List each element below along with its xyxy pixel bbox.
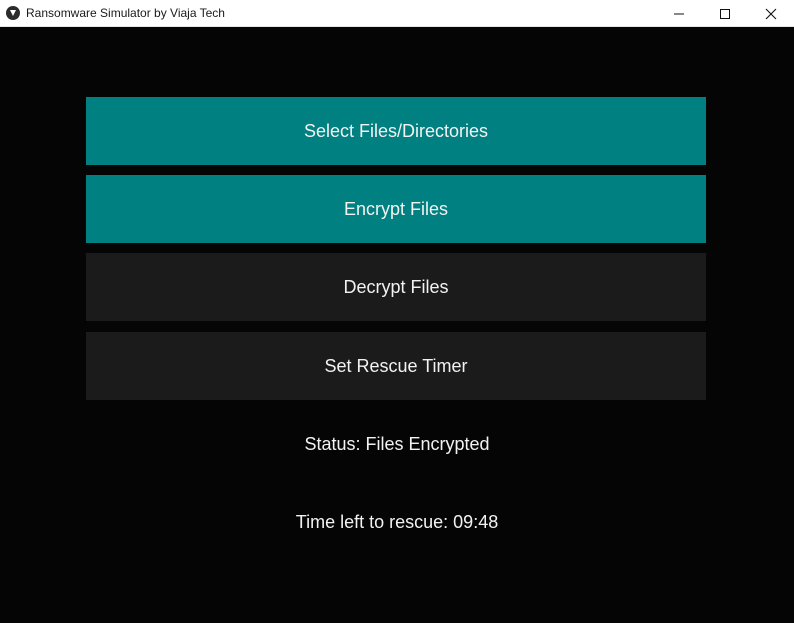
maximize-icon bbox=[720, 8, 730, 19]
decrypt-files-button[interactable]: Decrypt Files bbox=[86, 253, 706, 321]
window-controls bbox=[656, 0, 794, 27]
close-icon bbox=[765, 8, 777, 19]
close-button[interactable] bbox=[748, 0, 794, 27]
maximize-button[interactable] bbox=[702, 0, 748, 27]
window-title: Ransomware Simulator by Viaja Tech bbox=[26, 6, 225, 20]
minimize-button[interactable] bbox=[656, 0, 702, 27]
main-content: Select Files/Directories Encrypt Files D… bbox=[0, 27, 794, 623]
title-bar[interactable]: Ransomware Simulator by Viaja Tech bbox=[0, 0, 794, 27]
app-window: Ransomware Simulator by Viaja Tech Selec… bbox=[0, 0, 794, 623]
set-rescue-timer-button[interactable]: Set Rescue Timer bbox=[86, 332, 706, 400]
select-files-button[interactable]: Select Files/Directories bbox=[86, 97, 706, 165]
rescue-timer-label: Time left to rescue: 09:48 bbox=[295, 512, 499, 532]
status-label: Status: Files Encrypted bbox=[304, 434, 490, 454]
encrypt-files-button[interactable]: Encrypt Files bbox=[86, 175, 706, 243]
app-logo-icon bbox=[6, 6, 20, 20]
minimize-icon bbox=[674, 13, 684, 14]
